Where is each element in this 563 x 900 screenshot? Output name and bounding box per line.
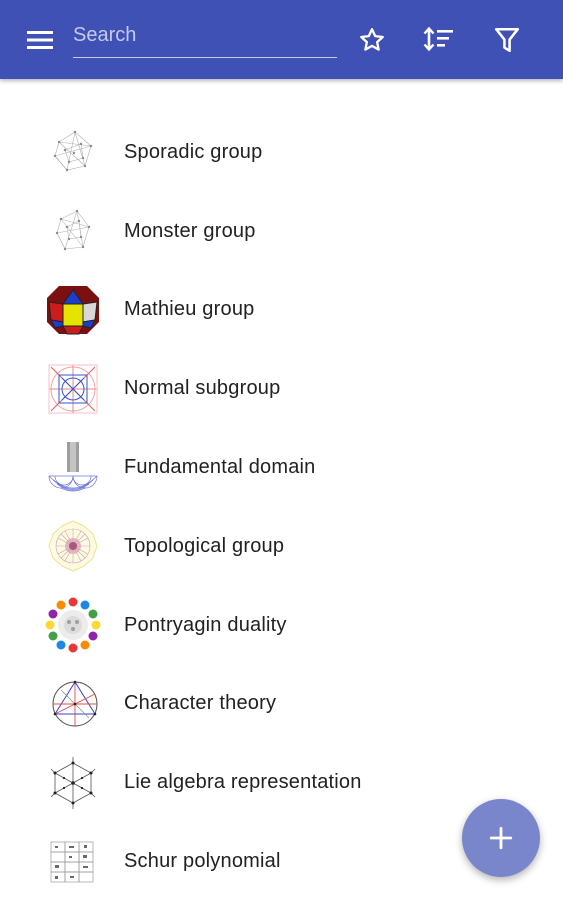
list-item[interactable]: Fundamental domain [0, 428, 563, 507]
normal-subgroup-thumbnail-icon [45, 361, 101, 417]
favorites-button[interactable] [354, 22, 390, 58]
list-item[interactable]: Pontryagin duality [0, 586, 563, 665]
search-field [73, 18, 337, 58]
list-item-label: Mathieu group [124, 298, 255, 321]
list-item-label: Character theory [124, 692, 277, 715]
search-input[interactable] [73, 18, 337, 52]
mathieu-group-thumbnail-icon [45, 282, 101, 338]
topological-group-thumbnail-icon [45, 518, 101, 574]
list-item-label: Normal subgroup [124, 377, 281, 400]
list-item[interactable]: Normal subgroup [0, 349, 563, 428]
list-item[interactable]: Sporadic group [0, 113, 563, 192]
list-item[interactable]: Character theory [0, 665, 563, 744]
sort-button[interactable] [421, 22, 457, 58]
menu-button[interactable] [22, 24, 58, 56]
list-item-label: Lie algebra representation [124, 771, 362, 794]
schur-polynomial-thumbnail-icon [45, 834, 101, 890]
list-item[interactable]: Monster group [0, 192, 563, 271]
add-button[interactable] [462, 799, 540, 877]
list-item-label: Schur polynomial [124, 850, 281, 873]
lie-algebra-thumbnail-icon [45, 755, 101, 811]
article-list: Sporadic group Monster group Mathieu gro… [0, 113, 563, 900]
list-item-label: Fundamental domain [124, 456, 316, 479]
filter-button[interactable] [489, 22, 525, 58]
star-outline-icon [360, 28, 384, 51]
list-item-label: Pontryagin duality [124, 613, 287, 636]
fundamental-domain-thumbnail-icon [45, 440, 101, 496]
plus-icon [489, 826, 513, 850]
filter-icon [494, 27, 520, 53]
sporadic-group-thumbnail-icon [45, 124, 101, 180]
app-bar [0, 0, 563, 79]
pontryagin-duality-thumbnail-icon [45, 597, 101, 653]
monster-group-thumbnail-icon [45, 203, 101, 259]
menu-icon [27, 31, 53, 49]
list-item[interactable]: Mathieu group [0, 271, 563, 350]
list-item-label: Monster group [124, 219, 256, 242]
sort-icon [423, 26, 453, 52]
list-item-label: Sporadic group [124, 140, 263, 163]
character-theory-thumbnail-icon [45, 676, 101, 732]
list-item[interactable]: Topological group [0, 507, 563, 586]
list-item-label: Topological group [124, 534, 285, 557]
